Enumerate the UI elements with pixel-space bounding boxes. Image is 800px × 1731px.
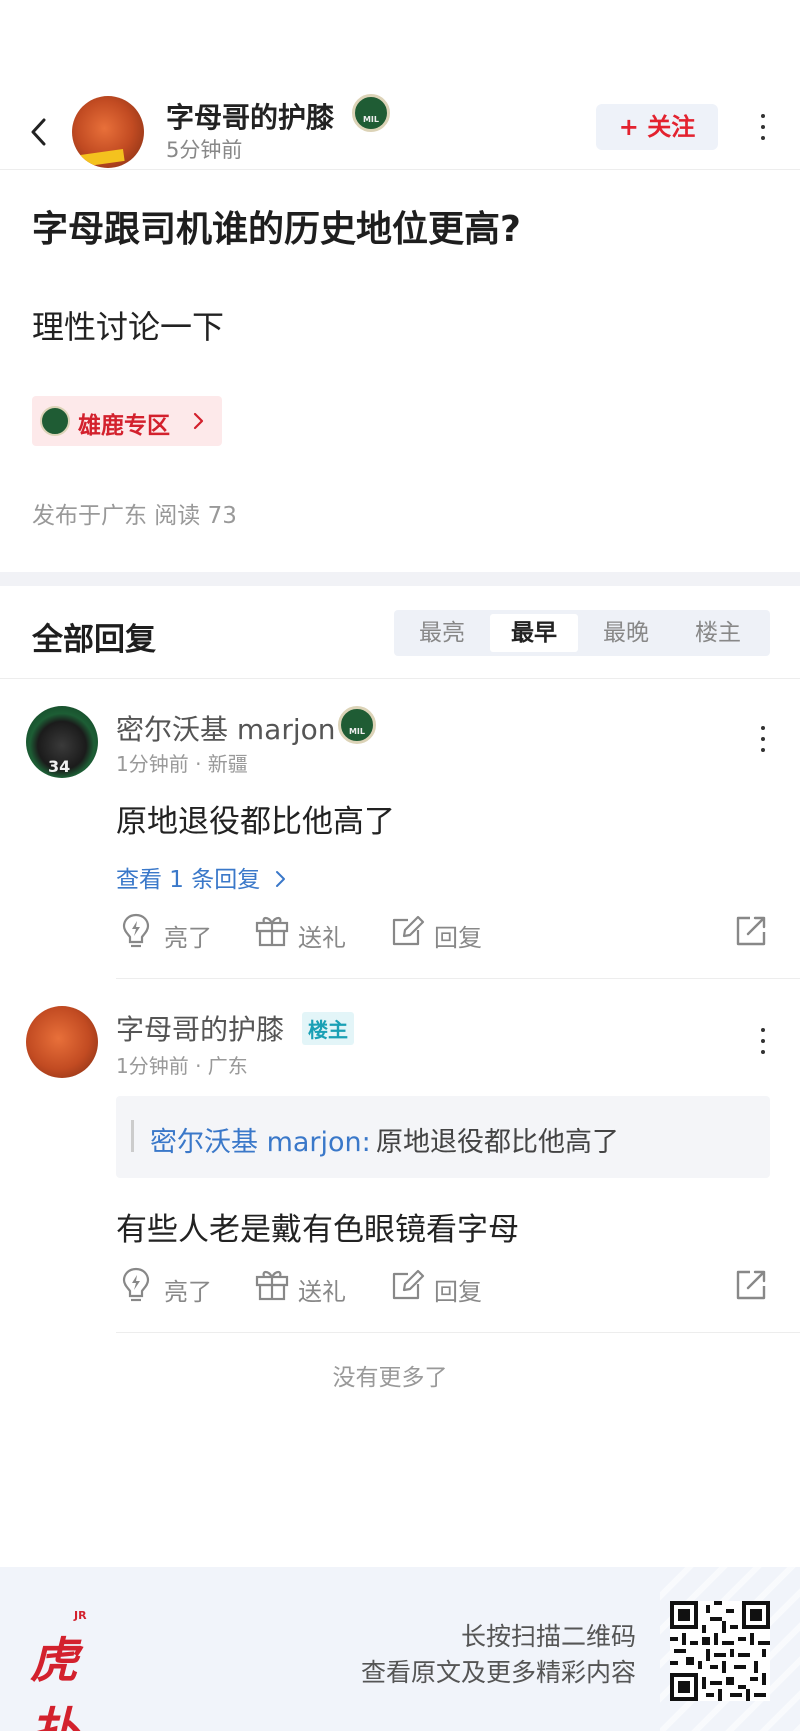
- section-divider: [0, 572, 800, 586]
- like-label: 亮了: [164, 1278, 212, 1306]
- bucks-team-badge-icon: [338, 706, 376, 744]
- op-badge: 楼主: [302, 1012, 354, 1045]
- reply-author[interactable]: 密尔沃基 marjon: [116, 708, 336, 748]
- edit-reply-icon: [392, 1269, 425, 1300]
- bucks-logo-icon: [40, 406, 70, 436]
- divider: [116, 978, 800, 979]
- reply-time: 1分钟前 · 新疆: [116, 752, 248, 776]
- reply-text: 原地退役都比他高了: [116, 804, 395, 840]
- reply-avatar[interactable]: [26, 1006, 98, 1078]
- reply-text: 有些人老是戴有色眼镜看字母: [116, 1212, 519, 1248]
- lightbulb-icon: [122, 913, 150, 948]
- bucks-team-badge-icon: [352, 94, 390, 132]
- footer-line-2: 查看原文及更多精彩内容: [360, 1658, 636, 1687]
- gift-button[interactable]: 送礼: [254, 1266, 354, 1306]
- author-name[interactable]: 字母哥的护膝: [166, 96, 334, 136]
- zone-label: 雄鹿专区: [78, 413, 170, 439]
- view-replies-label: 查看 1 条回复: [116, 867, 261, 893]
- like-button[interactable]: 亮了: [120, 912, 220, 952]
- chevron-right-icon: [275, 871, 285, 887]
- reply-button[interactable]: 回复: [390, 1266, 490, 1306]
- follow-button[interactable]: + 关注: [596, 104, 718, 150]
- tab-earliest[interactable]: 最早: [490, 614, 578, 652]
- more-options-icon[interactable]: [760, 1028, 766, 1058]
- divider: [0, 678, 800, 679]
- logo-text: 虎扑: [30, 1633, 78, 1731]
- reply-button[interactable]: 回复: [390, 912, 490, 952]
- reply-label: 回复: [434, 1278, 482, 1306]
- gift-button[interactable]: 送礼: [254, 912, 354, 952]
- gift-icon: [255, 1270, 289, 1301]
- lightbulb-icon: [122, 1267, 150, 1302]
- share-footer: JR 虎扑 长按扫描二维码 查看原文及更多精彩内容: [0, 1567, 800, 1731]
- reply-author[interactable]: 字母哥的护膝: [116, 1008, 284, 1048]
- team-zone-link[interactable]: 雄鹿专区: [32, 396, 222, 446]
- reply-avatar[interactable]: [26, 706, 98, 778]
- like-label: 亮了: [164, 924, 212, 952]
- quote-text: 原地退役都比他高了: [376, 1127, 619, 1158]
- tab-op-only[interactable]: 楼主: [674, 614, 762, 652]
- post-title: 字母跟司机谁的历史地位更高?: [32, 209, 521, 250]
- view-replies-link[interactable]: 查看 1 条回复: [116, 860, 288, 894]
- post-meta: 发布于广东 阅读 73: [32, 503, 237, 529]
- quote-author: 密尔沃基 marjon:: [150, 1127, 371, 1158]
- replies-title: 全部回复: [32, 622, 156, 658]
- share-icon[interactable]: [734, 914, 768, 948]
- share-icon[interactable]: [734, 1268, 768, 1302]
- post-body: 理性讨论一下: [32, 308, 225, 346]
- post-header: 字母哥的护膝 5分钟前 + 关注: [0, 94, 800, 170]
- gift-icon: [255, 916, 289, 947]
- divider: [116, 1332, 800, 1333]
- gift-label: 送礼: [298, 924, 346, 952]
- post-time: 5分钟前: [166, 138, 243, 162]
- more-options-icon[interactable]: [760, 726, 766, 756]
- footer-line-1: 长按扫描二维码: [460, 1622, 636, 1651]
- back-arrow-icon[interactable]: [24, 112, 54, 152]
- no-more-text: 没有更多了: [332, 1365, 448, 1391]
- tab-latest[interactable]: 最晚: [582, 614, 670, 652]
- chevron-right-icon: [193, 412, 204, 430]
- sort-tabs: 最亮 最早 最晚 楼主: [394, 610, 770, 656]
- edit-reply-icon: [392, 915, 425, 946]
- like-button[interactable]: 亮了: [120, 1266, 220, 1306]
- hupu-logo: JR 虎扑: [30, 1609, 106, 1731]
- author-avatar[interactable]: [72, 96, 144, 168]
- gift-label: 送礼: [298, 1278, 346, 1306]
- quoted-reply[interactable]: 密尔沃基 marjon: 原地退役都比他高了: [116, 1096, 770, 1178]
- reply-time: 1分钟前 · 广东: [116, 1054, 248, 1078]
- qr-code-icon[interactable]: [670, 1601, 770, 1701]
- quote-bar: [131, 1120, 134, 1152]
- more-options-icon[interactable]: [760, 114, 766, 144]
- tab-brightest[interactable]: 最亮: [398, 614, 486, 652]
- reply-label: 回复: [434, 924, 482, 952]
